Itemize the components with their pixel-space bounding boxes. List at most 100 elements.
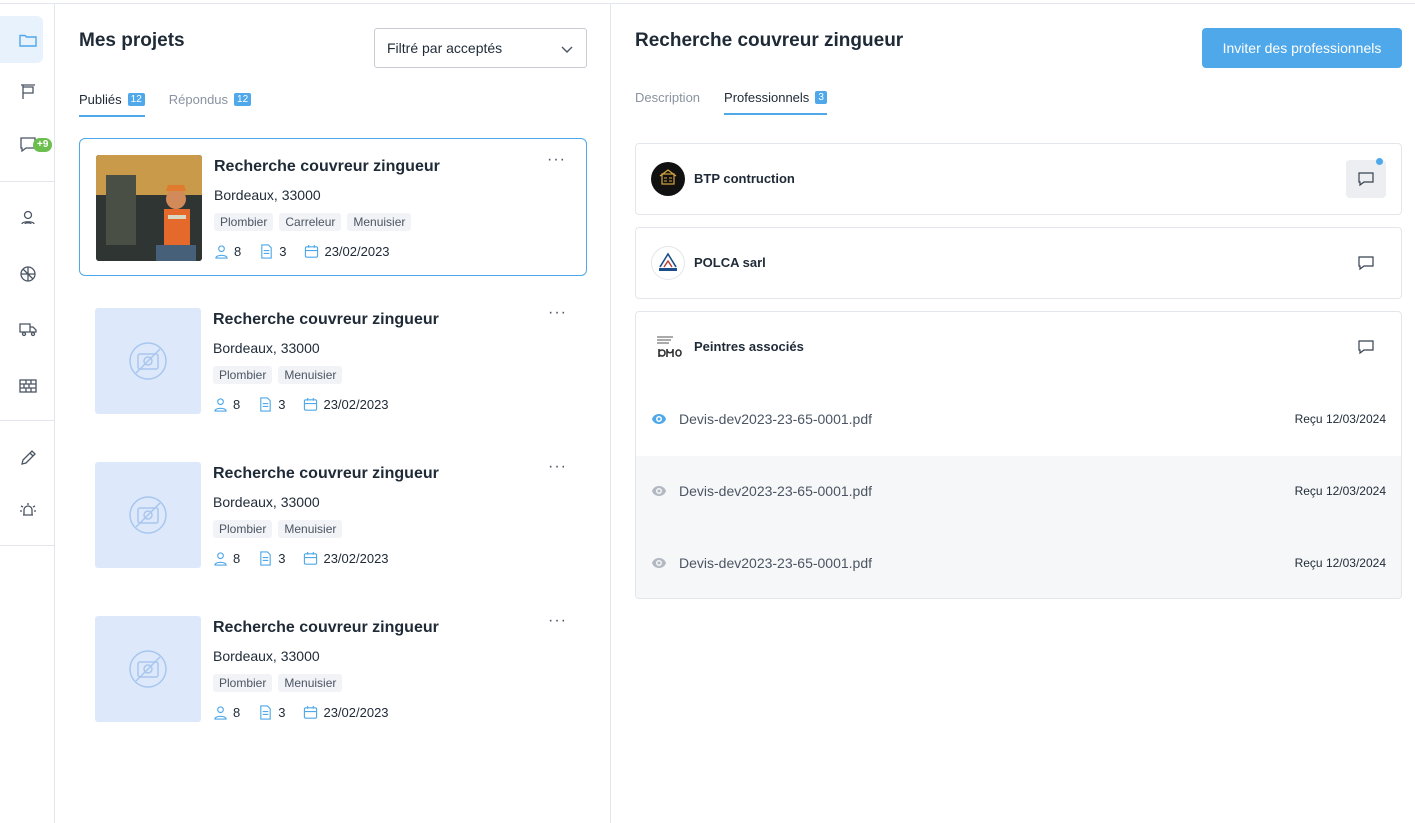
trade-tag: Plombier [213,674,273,692]
docs-count: 3 [258,705,285,720]
project-title: Recherche couvreur zingueur [214,158,440,175]
calendar-icon [304,551,318,565]
project-date: 23/02/2023 [303,397,389,412]
sidebar-item-edit[interactable] [0,438,55,478]
project-location: Bordeaux, 33000 [214,187,321,203]
pencil-icon [20,450,36,465]
invite-professionals-button[interactable]: Inviter des professionnels [1202,28,1402,68]
message-button[interactable] [1346,244,1386,282]
project-location: Bordeaux, 33000 [213,494,320,510]
docs-value: 3 [278,705,286,720]
file-name: Devis-dev2023-23-65-0001.pdf [679,555,873,571]
user-icon [215,245,228,259]
worker-photo-icon [96,155,202,261]
quote-file-row[interactable]: Devis-dev2023-23-65-0001.pdf Reçu 12/03/… [636,456,1401,528]
project-card[interactable]: Recherche couvreur zingueur Bordeaux, 33… [79,292,587,430]
professional-card[interactable]: BTP contruction [635,143,1402,215]
tab-label: Description [635,90,701,105]
eye-icon[interactable] [651,483,667,499]
docs-value: 3 [278,397,286,412]
project-card[interactable]: Recherche couvreur zingueur Bordeaux, 33… [79,600,587,738]
quote-file-row[interactable]: Devis-dev2023-23-65-0001.pdf Reçu 12/03/… [636,528,1401,598]
tab-published[interactable]: Publiés 12 [79,92,145,117]
professional-card[interactable]: POLCA sarl [635,227,1402,299]
sidebar-item-projects[interactable] [0,16,55,63]
chat-icon [1358,172,1374,187]
project-meta: 8 3 23/02/2023 [214,244,390,259]
project-tags: Plombier Carreleur Menuisier [214,213,412,231]
calendar-icon [304,397,318,411]
project-location: Bordeaux, 33000 [213,648,320,664]
project-title: Recherche couvreur zingueur [213,311,439,328]
trade-tag: Plombier [214,213,274,231]
filter-value: Filtré par acceptés [387,40,503,56]
project-photo [96,155,202,261]
sidebar: +9 [0,4,55,823]
message-button[interactable] [1346,328,1386,366]
more-options-button[interactable]: ··· [548,613,567,629]
date-value: 23/02/2023 [323,705,389,720]
people-count: 8 [213,705,240,720]
projects-panel: Mes projets Filtré par acceptés Publiés … [55,4,611,823]
logo-icon [659,169,677,185]
sidebar-divider [0,181,55,182]
people-count: 8 [214,244,241,259]
company-logo [651,162,685,196]
sidebar-divider [0,545,55,546]
tab-label: Publiés [79,92,122,107]
project-card[interactable]: Recherche couvreur zingueur Bordeaux, 33… [79,446,587,584]
sidebar-item-workers[interactable] [0,254,55,294]
project-tags: Plombier Menuisier [213,520,343,538]
no-photo-icon [129,496,167,534]
project-location: Bordeaux, 33000 [213,340,320,356]
people-count: 8 [213,397,240,412]
eye-icon[interactable] [651,555,667,571]
date-value: 23/02/2023 [323,551,389,566]
sidebar-item-materials[interactable] [0,366,55,406]
quote-file-row[interactable]: Devis-dev2023-23-65-0001.pdf Reçu 12/03/… [636,384,1401,456]
message-button[interactable] [1346,158,1386,198]
chevron-down-icon [561,46,573,53]
professional-card[interactable]: Peintres associés Devis-dev2023-23-65-00… [635,311,1402,599]
project-title: Recherche couvreur zingueur [213,619,439,636]
document-icon [260,705,271,720]
sidebar-item-contacts[interactable] [0,198,55,238]
project-meta: 8 3 23/02/2023 [213,551,389,566]
project-tags: Plombier Menuisier [213,366,343,384]
file-name: Devis-dev2023-23-65-0001.pdf [679,483,873,499]
filter-select[interactable]: Filtré par acceptés [374,28,587,68]
project-card[interactable]: Recherche couvreur zingueur Bordeaux, 33… [79,138,587,276]
sidebar-item-alerts[interactable] [0,490,55,530]
projects-tabs: Publiés 12 Répondus 12 [79,92,252,117]
helmet-icon [19,266,36,282]
trade-tag: Menuisier [278,674,343,692]
sidebar-item-delivery[interactable] [0,309,55,349]
project-meta: 8 3 23/02/2023 [213,397,389,412]
tab-description[interactable]: Description [635,90,700,115]
project-meta: 8 3 23/02/2023 [213,705,389,720]
no-photo-icon [129,342,167,380]
sidebar-item-flags[interactable] [0,72,55,112]
people-value: 8 [233,397,241,412]
project-photo-placeholder [95,308,201,414]
more-options-button[interactable]: ··· [548,459,567,475]
professional-name: BTP contruction [694,171,795,186]
tab-answered[interactable]: Répondus 12 [169,92,252,117]
tab-professionals[interactable]: Professionnels 3 [724,90,827,115]
file-received-date: Reçu 12/03/2024 [1294,556,1386,570]
more-options-button[interactable]: ··· [548,305,567,321]
user-icon [214,398,227,412]
docs-count: 3 [258,397,285,412]
project-photo-placeholder [95,616,201,722]
sidebar-item-messages[interactable]: +9 [0,124,55,164]
trade-tag: Menuisier [347,213,412,231]
project-title: Recherche couvreur zingueur [213,465,439,482]
people-value: 8 [234,244,242,259]
more-options-button[interactable]: ··· [547,152,566,168]
eye-icon[interactable] [651,411,667,427]
project-detail-panel: Recherche couvreur zingueur Inviter des … [611,4,1415,823]
user-icon [214,552,227,566]
logo-icon [657,336,682,357]
document-icon [261,244,272,259]
docs-count: 3 [259,244,286,259]
